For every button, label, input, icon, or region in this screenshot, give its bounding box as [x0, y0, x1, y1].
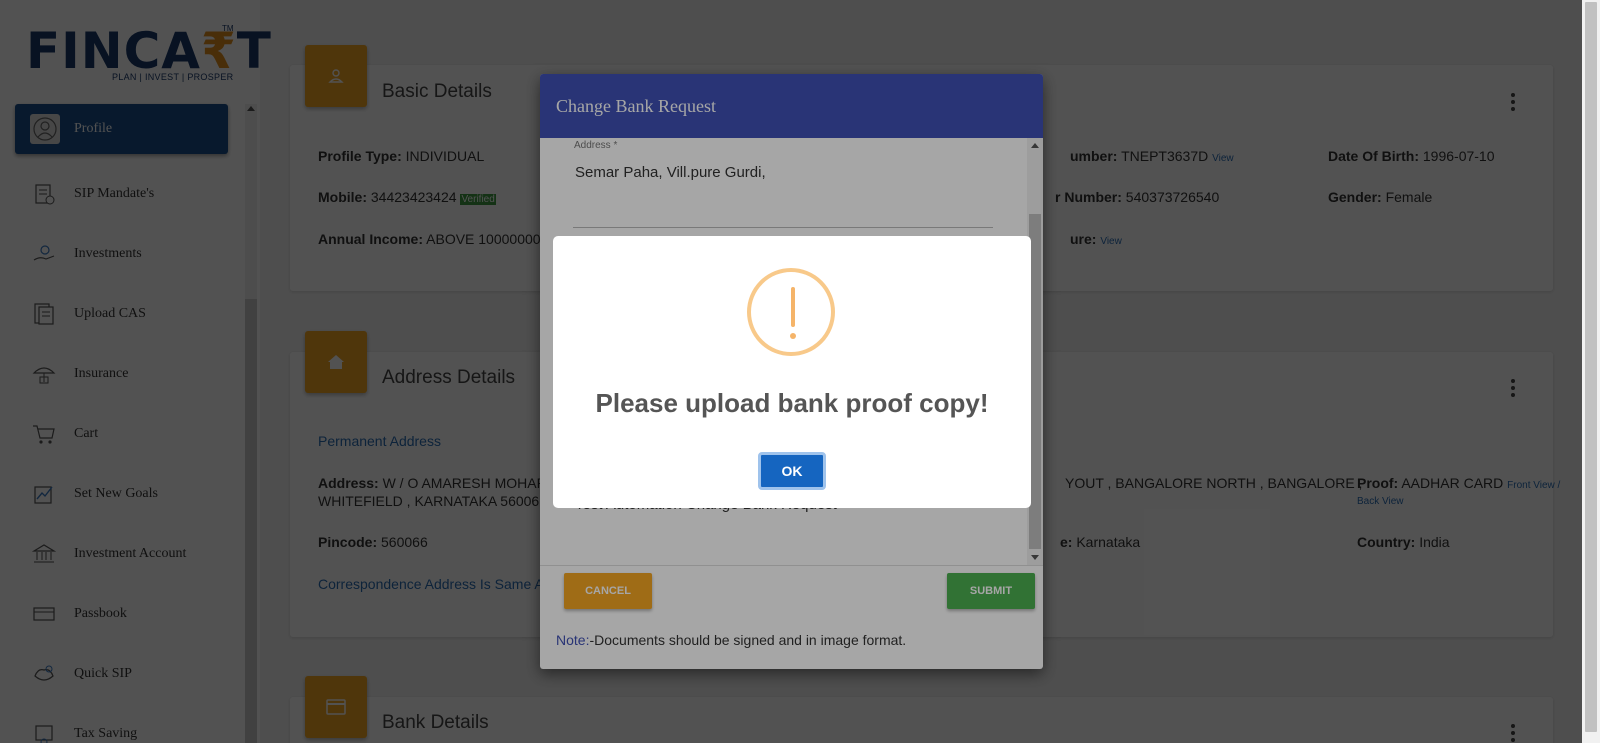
page-scrollbar[interactable]: [1582, 0, 1600, 743]
alert-dialog: Please upload bank proof copy! OK: [553, 236, 1031, 508]
alert-message: Please upload bank proof copy!: [595, 388, 989, 418]
ok-button[interactable]: OK: [758, 452, 826, 490]
scrollbar-thumb[interactable]: [1585, 2, 1597, 732]
warning-icon: [747, 268, 835, 356]
